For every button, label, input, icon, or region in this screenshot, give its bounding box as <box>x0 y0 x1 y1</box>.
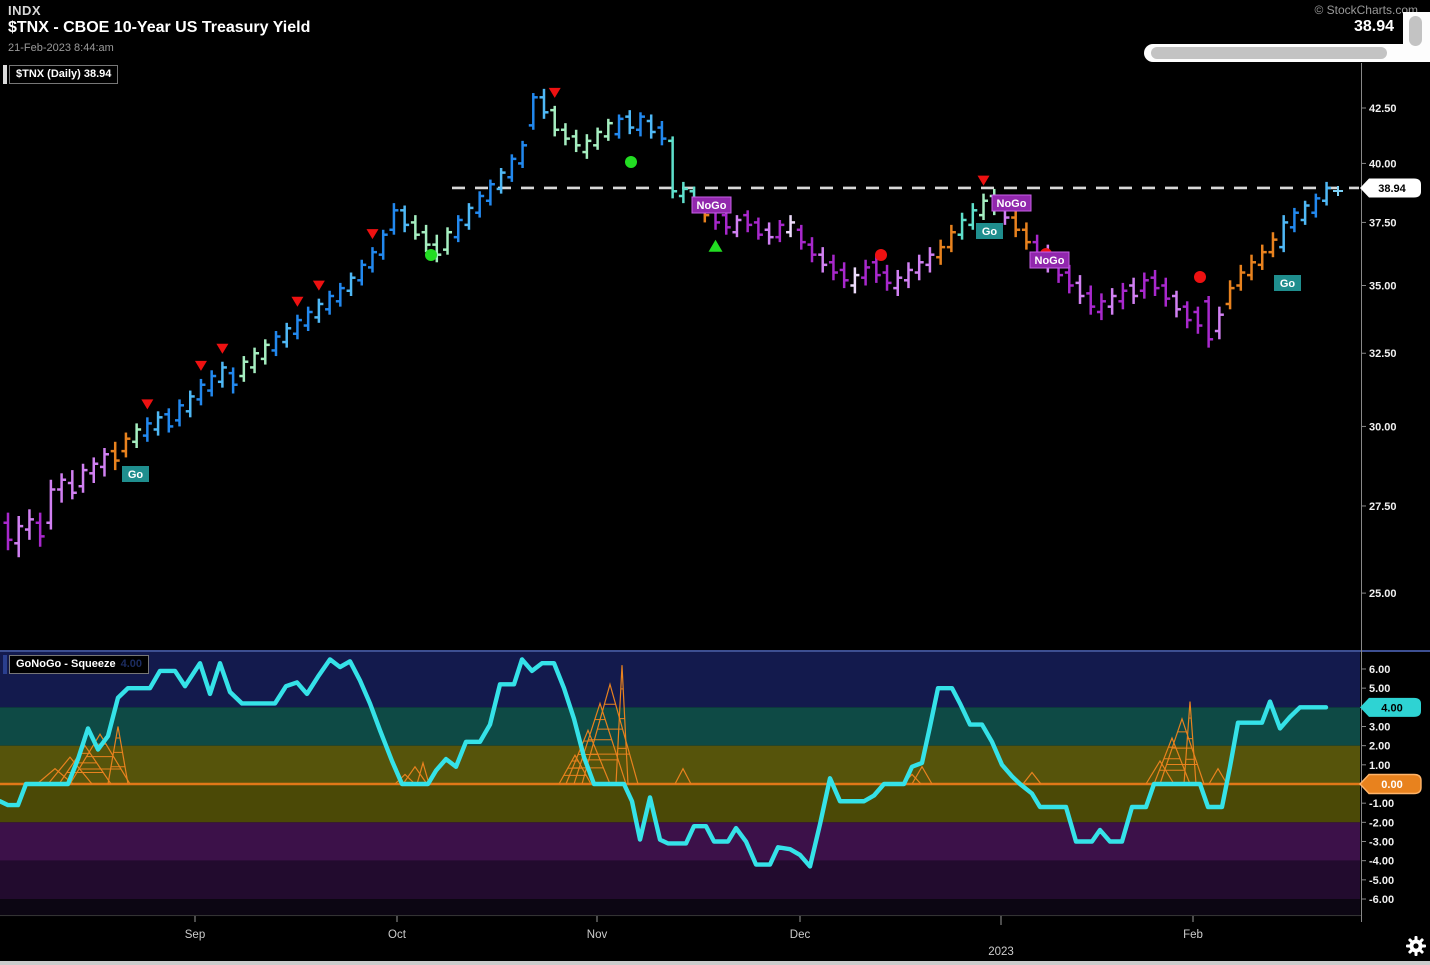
squeeze-axis-label: -6.00 <box>1369 894 1394 906</box>
red-down-triangle-marker <box>313 281 325 291</box>
red-down-triangle-marker <box>216 344 228 354</box>
squeeze-legend[interactable]: GoNoGo - Squeeze 4.00 <box>9 655 149 674</box>
squeeze-axis-label: 2.00 <box>1369 741 1390 753</box>
price-legend-tick <box>3 65 7 84</box>
chart-window: Go NoGo Go NoGo NoGo Go 42.50 40.00 37.50 35.00 32… <box>0 0 1430 965</box>
settings-gear-button[interactable] <box>1405 935 1427 957</box>
gear-icon <box>1405 935 1427 957</box>
x-axis-label: 2023 <box>988 946 1014 958</box>
squeeze-band <box>0 899 1360 916</box>
green-up-triangle-marker <box>709 240 723 252</box>
price-axis-label: 37.50 <box>1369 217 1397 229</box>
squeeze-legend-tick <box>3 655 7 674</box>
squeeze-axis-label: -3.00 <box>1369 837 1394 849</box>
vertical-scrollbar-thumb[interactable] <box>1409 16 1422 46</box>
trend-label-text: NoGo <box>1035 255 1065 267</box>
green-circle-marker <box>425 249 437 261</box>
squeeze-legend-value: 4.00 <box>121 658 142 670</box>
horizontal-scrollbar-track[interactable] <box>1144 44 1430 62</box>
page-title: $TNX - CBOE 10-Year US Treasury Yield <box>8 19 310 37</box>
squeeze-axis-label: -5.00 <box>1369 875 1394 887</box>
red-circle-marker <box>1194 271 1206 283</box>
squeeze-band <box>0 784 1360 822</box>
trend-label-text: Go <box>128 469 144 481</box>
squeeze-axis-label: -1.00 <box>1369 798 1394 810</box>
chart-svg: Go NoGo Go NoGo NoGo Go 42.50 40.00 37.50 35.00 32… <box>0 0 1430 965</box>
x-axis-label: Nov <box>587 929 608 941</box>
squeeze-band <box>0 707 1360 745</box>
x-axis-label: Feb <box>1183 929 1203 941</box>
price-axis-label: 25.00 <box>1369 588 1397 600</box>
price-axis-label: 27.50 <box>1369 501 1397 513</box>
red-down-triangle-marker <box>141 399 153 409</box>
axis-bubble-text: 38.94 <box>1378 183 1406 195</box>
squeeze-legend-text: GoNoGo - Squeeze <box>16 658 116 670</box>
x-axis-label: Sep <box>185 929 205 941</box>
axis-bubble-text: 0.00 <box>1381 779 1402 791</box>
trend-label-text: Go <box>982 226 998 238</box>
horizontal-scrollbar-thumb[interactable] <box>1151 47 1387 59</box>
vertical-scrollbar-track[interactable] <box>1403 12 1430 62</box>
price-axis-label: 32.50 <box>1369 348 1397 360</box>
chart-timestamp: 21-Feb-2023 8:44:am <box>8 42 114 54</box>
red-down-triangle-marker <box>195 361 207 371</box>
red-down-triangle-marker <box>291 297 303 307</box>
price-axis-label: 30.00 <box>1369 421 1397 433</box>
trend-label-text: NoGo <box>997 198 1027 210</box>
squeeze-axis-label: 5.00 <box>1369 683 1390 695</box>
red-down-triangle-marker <box>366 229 378 239</box>
squeeze-axis-label: 1.00 <box>1369 760 1390 772</box>
red-down-triangle-marker <box>549 88 561 98</box>
exchange-label: INDX <box>8 3 41 18</box>
price-axis-label: 42.50 <box>1369 103 1397 115</box>
squeeze-axis-label: 6.00 <box>1369 664 1390 676</box>
price-axis-label: 40.00 <box>1369 158 1397 170</box>
x-axis-label: Dec <box>790 929 811 941</box>
x-axis-label: Oct <box>388 929 407 941</box>
squeeze-axis-label: -2.00 <box>1369 817 1394 829</box>
squeeze-axis-label: 3.00 <box>1369 721 1390 733</box>
trend-label-text: NoGo <box>697 200 727 212</box>
price-axis-label: 35.00 <box>1369 280 1397 292</box>
window-bottom-edge <box>0 961 1430 965</box>
axis-bubble-text: 4.00 <box>1381 702 1402 714</box>
last-price-value: 38.94 <box>1354 18 1394 36</box>
squeeze-band <box>0 861 1360 899</box>
panel-separator <box>0 650 1430 652</box>
squeeze-axis-label: -4.00 <box>1369 856 1394 868</box>
red-down-triangle-marker <box>978 176 990 186</box>
price-legend[interactable]: $TNX (Daily) 38.94 <box>9 65 118 84</box>
trend-label-text: Go <box>1280 278 1296 290</box>
green-circle-marker <box>625 156 637 168</box>
red-circle-marker <box>875 249 887 261</box>
